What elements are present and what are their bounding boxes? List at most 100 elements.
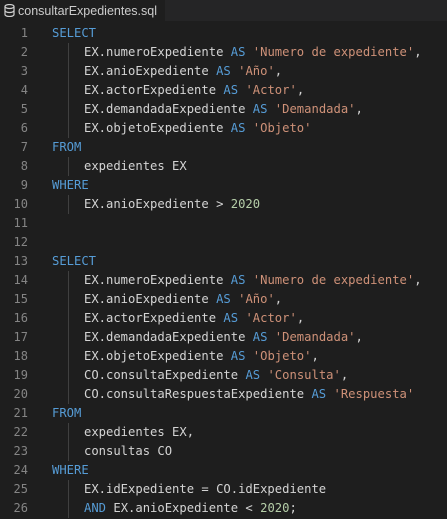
identifier: EX.demandadaExpediente [84, 330, 253, 344]
indent-guide [68, 62, 69, 81]
indent-guide [68, 328, 69, 347]
identifier [231, 292, 238, 306]
line-number: 10 [13, 197, 28, 211]
number-literal: 2020 [260, 501, 290, 515]
code-line[interactable]: 12 [0, 233, 447, 252]
code-text: EX.anioExpediente > 2020 [84, 195, 260, 214]
identifier [326, 387, 333, 401]
string-literal: 'Objeto' [252, 349, 312, 363]
line-number: 13 [13, 254, 28, 268]
line-number: 7 [20, 140, 28, 154]
line-number: 14 [13, 273, 28, 287]
identifier: expedientes EX [84, 159, 187, 173]
line-number: 20 [13, 387, 28, 401]
sql-keyword: AS [223, 83, 239, 97]
sql-keyword: FROM [52, 406, 82, 420]
code-line[interactable]: 18 EX.objetoExpediente AS 'Objeto', [0, 347, 447, 366]
identifier: , [274, 292, 283, 306]
code-line[interactable]: 3 EX.anioExpediente AS 'Año', [0, 62, 447, 81]
line-number: 22 [13, 425, 28, 439]
code-text: SELECT [52, 252, 96, 271]
identifier: EX.numeroExpediente [84, 45, 231, 59]
code-text: EX.numeroExpediente AS 'Numero de expedi… [84, 271, 422, 290]
string-literal: 'Objeto' [252, 121, 312, 135]
sql-keyword: AS [230, 121, 246, 135]
code-text: EX.numeroExpediente AS 'Numero de expedi… [84, 43, 422, 62]
code-line[interactable]: 4 EX.actorExpediente AS 'Actor', [0, 81, 447, 100]
code-line[interactable]: 11 [0, 214, 447, 233]
line-number: 6 [20, 121, 28, 135]
code-line[interactable]: 1 SELECT [0, 24, 447, 43]
sql-keyword: AS [216, 292, 231, 306]
code-line[interactable]: 7 FROM [0, 138, 447, 157]
code-line[interactable]: 24 WHERE [0, 461, 447, 480]
indent-guide [68, 499, 69, 518]
indent-guide [68, 366, 69, 385]
code-text: expedientes EX, [84, 423, 194, 442]
code-line[interactable]: 6 EX.objetoExpediente AS 'Objeto' [0, 119, 447, 138]
editor-tab[interactable]: consultarExpedientes.sql [0, 0, 165, 21]
identifier: , [296, 83, 305, 97]
code-text: WHERE [52, 461, 89, 480]
line-number: 12 [13, 235, 28, 249]
indent-guide [68, 100, 69, 119]
string-literal: 'Actor' [245, 311, 297, 325]
code-text: EX.actorExpediente AS 'Actor', [84, 81, 304, 100]
identifier: expedientes EX, [84, 425, 195, 439]
line-number: 8 [20, 159, 28, 173]
indent-guide [68, 43, 69, 62]
code-line[interactable]: 16 EX.actorExpediente AS 'Actor', [0, 309, 447, 328]
code-line[interactable]: 26 AND EX.anioExpediente < 2020; [0, 499, 447, 518]
indent-guide [68, 81, 69, 100]
code-line[interactable]: 2 EX.numeroExpediente AS 'Numero de exped… [0, 43, 447, 62]
identifier: EX.actorExpediente [84, 311, 224, 325]
code-text: EX.anioExpediente AS 'Año', [84, 62, 282, 81]
code-line[interactable]: 17 EX.demandadaExpediente AS 'Demandada', [0, 328, 447, 347]
code-line[interactable]: 9 WHERE [0, 176, 447, 195]
line-number: 18 [13, 349, 28, 363]
database-icon [4, 4, 15, 17]
sql-keyword: SELECT [52, 26, 97, 40]
identifier [267, 330, 274, 344]
code-line[interactable]: 14 EX.numeroExpediente AS 'Numero de expe… [0, 271, 447, 290]
identifier [267, 102, 274, 116]
sql-keyword: SELECT [52, 254, 97, 268]
sql-keyword: WHERE [52, 178, 89, 192]
code-text: EX.idExpediente = CO.idExpediente [84, 480, 326, 499]
identifier [231, 64, 238, 78]
line-number: 23 [13, 444, 28, 458]
code-text: FROM [52, 138, 81, 157]
string-literal: 'Año' [238, 292, 275, 306]
code-line[interactable]: 19 CO.consultaExpediente AS 'Consulta', [0, 366, 447, 385]
code-text: AND EX.anioExpediente < 2020; [84, 499, 297, 518]
code-editor[interactable]: 1 SELECT 2 EX.numeroExpediente AS 'Numero d… [0, 21, 447, 519]
identifier: , [340, 368, 349, 382]
code-line[interactable]: 21 FROM [0, 404, 447, 423]
code-line[interactable]: 20 CO.consultaRespuestaExpediente AS 'Res… [0, 385, 447, 404]
sql-keyword: AS [230, 45, 246, 59]
code-line[interactable]: 13 SELECT [0, 252, 447, 271]
string-literal: 'Respuesta' [333, 387, 415, 401]
code-text: EX.demandadaExpediente AS 'Demandada', [84, 100, 363, 119]
identifier [245, 121, 252, 135]
code-text: EX.demandadaExpediente AS 'Demandada', [84, 328, 363, 347]
line-number: 19 [13, 368, 28, 382]
line-number: 4 [20, 83, 28, 97]
indent-guide [68, 195, 69, 214]
identifier [245, 45, 252, 59]
identifier: consultas CO [84, 444, 173, 458]
code-line[interactable]: 25 EX.idExpediente = CO.idExpediente [0, 480, 447, 499]
code-line[interactable]: 22 expedientes EX, [0, 423, 447, 442]
code-line[interactable]: 23 consultas CO [0, 442, 447, 461]
code-text: CO.consultaRespuestaExpediente AS 'Respu… [84, 385, 414, 404]
identifier: EX.actorExpediente [84, 83, 224, 97]
line-number: 24 [13, 463, 28, 477]
code-line[interactable]: 5 EX.demandadaExpediente AS 'Demandada', [0, 100, 447, 119]
line-number: 3 [20, 64, 28, 78]
code-line[interactable]: 10 EX.anioExpediente > 2020 [0, 195, 447, 214]
identifier: , [355, 330, 363, 344]
code-line[interactable]: 8 expedientes EX [0, 157, 447, 176]
identifier: EX.anioExpediente [84, 64, 217, 78]
code-line[interactable]: 15 EX.anioExpediente AS 'Año', [0, 290, 447, 309]
identifier: EX.anioExpediente [84, 292, 217, 306]
